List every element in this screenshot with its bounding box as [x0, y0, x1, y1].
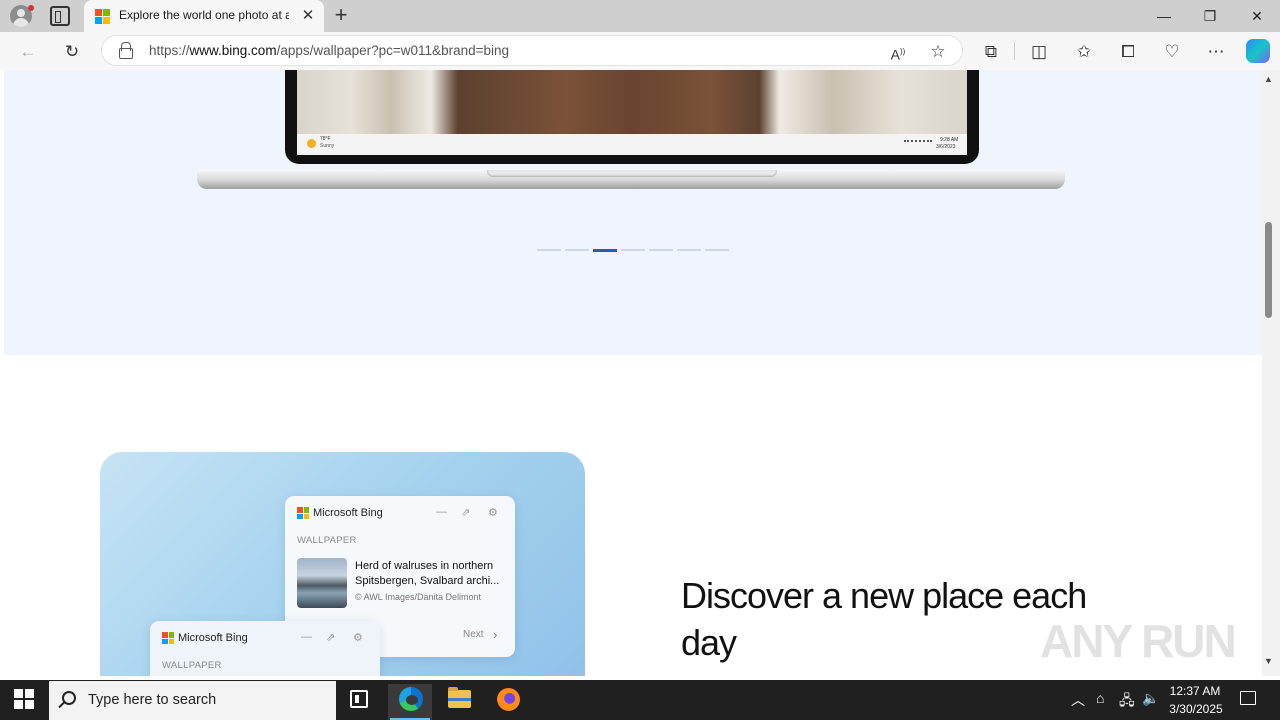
toolbar-divider	[1014, 42, 1015, 60]
scrollbar-thumb[interactable]	[1265, 222, 1272, 318]
widget-minimize-icon: —	[436, 506, 447, 518]
carousel-dot[interactable]	[705, 249, 729, 251]
carousel-dot[interactable]	[537, 249, 561, 251]
microsoft-logo-icon	[297, 507, 309, 519]
wallpaper-photo	[297, 70, 967, 134]
notification-center-icon[interactable]	[1240, 691, 1256, 705]
refresh-icon[interactable]: ↻	[60, 40, 84, 64]
carousel-indicators[interactable]	[537, 249, 733, 252]
extensions-icon[interactable]: ⧉	[979, 40, 1003, 64]
active-tab[interactable]: Explore the world one photo at a ✕	[84, 0, 324, 32]
url-text[interactable]: https://www.bing.com/apps/wallpaper?pc=w…	[149, 43, 509, 58]
tab-title: Explore the world one photo at a	[119, 8, 289, 22]
carousel-dot[interactable]	[621, 249, 645, 251]
restore-button[interactable]: ❐	[1187, 0, 1233, 32]
microsoft-logo-icon	[95, 9, 110, 24]
photo-title-line1: Herd of walruses in northern	[355, 560, 494, 572]
favorites-icon[interactable]: ✩	[1072, 40, 1096, 64]
widget-settings-icon: ⚙	[488, 507, 498, 519]
widget-share-icon: ⇗	[326, 632, 336, 644]
widget-minimize-icon: —	[301, 631, 312, 643]
firefox-icon[interactable]	[497, 688, 520, 711]
widget-settings-icon: ⚙	[353, 632, 363, 644]
tab-actions-icon[interactable]	[50, 6, 70, 26]
favorite-star-icon[interactable]: ☆	[926, 40, 950, 64]
collections-icon[interactable]: ⧠	[1116, 40, 1140, 64]
widget-section-label: WALLPAPER	[162, 660, 222, 671]
read-aloud-icon[interactable]: A))	[886, 40, 910, 64]
chevron-right-icon: ›	[493, 627, 498, 642]
taskbar-date[interactable]: 3/30/2025	[1167, 702, 1225, 716]
photo-title-line2: Spitsbergen, Svalbard archi...	[355, 575, 500, 587]
widget-app-name: Microsoft Bing	[313, 507, 383, 519]
back-icon[interactable]: ←	[16, 40, 40, 64]
show-hidden-icons-chevron-icon[interactable]: ︿	[1071, 690, 1085, 710]
next-label: Next	[463, 629, 484, 640]
copilot-icon[interactable]	[1246, 39, 1270, 63]
volume-icon[interactable]: 🔈	[1142, 690, 1159, 707]
bing-widget-back: Microsoft Bing — ⇗ ⚙ WALLPAPER	[150, 621, 380, 676]
mini-weather-condition: Sunny	[320, 143, 335, 149]
taskbar-time[interactable]: 12:37 AM	[1169, 684, 1221, 698]
search-icon	[62, 691, 76, 705]
network-icon[interactable]: 🖧	[1119, 690, 1135, 714]
mini-weather-temp: 78°F	[320, 136, 331, 142]
split-screen-icon[interactable]: ◫	[1027, 40, 1051, 64]
browser-essentials-icon[interactable]: ♡	[1160, 40, 1184, 64]
carousel-dot[interactable]	[593, 249, 617, 252]
task-view-icon[interactable]	[350, 690, 368, 708]
minimize-button[interactable]: —	[1141, 0, 1187, 32]
profile-notification-dot	[28, 5, 34, 11]
anyrun-watermark: ANY RUN	[1040, 615, 1237, 667]
file-explorer-icon[interactable]	[448, 687, 471, 708]
mini-clock-date: 3/6/2023	[936, 144, 956, 150]
mini-clock-time: 9:28 AM	[940, 137, 959, 143]
search-placeholder: Type here to search	[88, 692, 217, 708]
page-viewport: 78°F Sunny 9:28 AM 3/6/2023 Microsoft Bi…	[4, 70, 1262, 676]
close-window-button[interactable]: ✕	[1234, 0, 1280, 32]
photo-credit: © AWL Images/Danita Delimont	[355, 592, 482, 602]
laptop-hinge	[487, 170, 777, 177]
carousel-dot[interactable]	[677, 249, 701, 251]
new-tab-button[interactable]: +	[330, 4, 352, 28]
more-options-icon[interactable]: ⋯	[1204, 40, 1228, 64]
vertical-scrollbar[interactable]	[1262, 70, 1280, 676]
carousel-dot[interactable]	[565, 249, 589, 251]
edge-icon	[399, 687, 423, 711]
tab-close-icon[interactable]: ✕	[298, 6, 318, 26]
device-icon[interactable]: ⌂	[1096, 690, 1104, 706]
carousel-dot[interactable]	[649, 249, 673, 251]
walrus-thumbnail	[297, 558, 347, 608]
microsoft-logo-icon	[162, 632, 174, 644]
scroll-up-icon[interactable]: ▲	[1264, 74, 1273, 84]
lock-icon[interactable]	[118, 42, 133, 59]
widget-section-label: WALLPAPER	[297, 535, 357, 546]
feature-card: Microsoft Bing — ⇗ ⚙ WALLPAPER Herd of w…	[100, 452, 585, 676]
laptop-taskbar-image	[297, 134, 967, 155]
widget-share-icon: ⇗	[461, 507, 471, 519]
mini-tray-icons	[904, 140, 932, 145]
widget-app-name: Microsoft Bing	[178, 632, 248, 644]
scroll-down-icon[interactable]: ▼	[1264, 656, 1273, 666]
sun-icon	[307, 139, 316, 148]
windows-start-icon[interactable]	[14, 689, 34, 709]
